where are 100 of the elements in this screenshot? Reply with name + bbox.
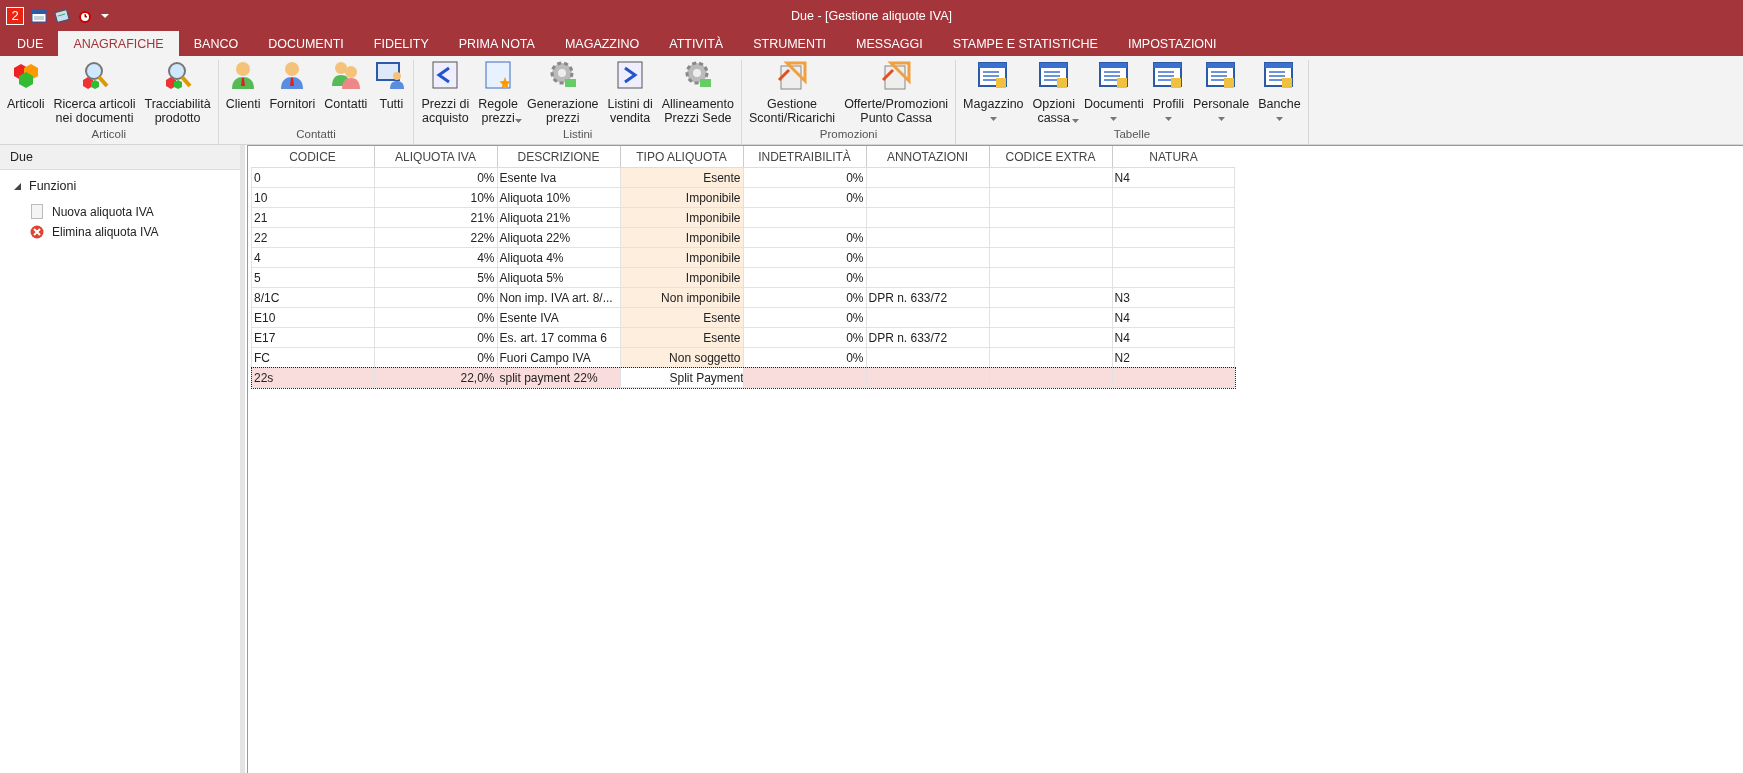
ribbon-button[interactable]: Generazione prezzi — [522, 60, 603, 128]
table-cell: FC — [251, 347, 374, 368]
window-title: Due - [Gestione aliquote IVA] — [791, 8, 952, 23]
menu-tab[interactable]: STRUMENTI — [738, 31, 842, 56]
table-cell: 10% — [374, 187, 497, 208]
sidebar-header: Due — [0, 145, 240, 170]
table-cell: Aliquota 10% — [497, 187, 620, 208]
delete-icon — [30, 225, 44, 239]
table-cell: Aliquota 21% — [497, 207, 620, 228]
set-square-icon — [881, 60, 912, 90]
ribbon-button[interactable]: Contatti — [320, 60, 372, 128]
table-window-icon — [1098, 60, 1129, 90]
table-cell: Aliquota 4% — [497, 247, 620, 268]
column-header[interactable]: ALIQUOTA IVA — [374, 146, 497, 168]
blank-page-icon — [30, 204, 44, 219]
ribbon-button[interactable]: Tracciabilità prodotto — [140, 60, 215, 128]
ribbon-group-label: Contatti — [295, 128, 337, 142]
column-header[interactable]: CODICE EXTRA — [989, 146, 1112, 168]
table-cell: DPR n. 633/72 — [866, 327, 989, 348]
table-cell: Esente IVA — [497, 307, 620, 328]
menu-tab[interactable]: IMPOSTAZIONI — [1112, 31, 1232, 56]
ribbon-button[interactable]: Profili — [1148, 60, 1188, 128]
table-cell: Es. art. 17 comma 6 — [497, 327, 620, 348]
table-cell: 4% — [374, 247, 497, 268]
table-cell: split payment 22% — [497, 367, 620, 388]
ribbon-button[interactable]: Clienti — [221, 60, 265, 128]
table-cell: 22s — [251, 367, 374, 388]
table-cell: 0% — [743, 167, 866, 188]
table-cell: N4 — [1112, 307, 1235, 328]
table-window-icon — [1264, 60, 1295, 90]
ribbon-button[interactable]: Regole prezzi — [474, 60, 522, 128]
menu-tab[interactable]: FIDELITY — [358, 31, 444, 56]
table-cell: 0% — [743, 247, 866, 268]
table-cell: Esente Iva — [497, 167, 620, 188]
menu-tab[interactable]: MESSAGGI — [841, 31, 938, 56]
calendar-icon[interactable] — [31, 7, 47, 24]
ribbon-button[interactable]: Opzioni cassa — [1028, 60, 1079, 128]
menu-tab[interactable]: PRIMA NOTA — [443, 31, 550, 56]
ribbon-button[interactable]: Gestione Sconti/Ricarichi — [745, 60, 840, 128]
ribbon-button[interactable]: Allineamento Prezzi Sede — [657, 60, 738, 128]
ribbon-button[interactable]: Fornitori — [265, 60, 320, 128]
ribbon-button[interactable]: Articoli — [3, 60, 49, 128]
ribbon-button[interactable]: Prezzi di acquisto — [417, 60, 474, 128]
menu-tab[interactable]: ANAGRAFICHE — [58, 31, 179, 56]
table-cell: 5% — [374, 267, 497, 288]
ribbon-button[interactable]: Banche — [1254, 60, 1305, 128]
menu-tab[interactable]: ATTIVITÀ — [654, 31, 739, 56]
menu-tab[interactable]: DUE — [2, 31, 59, 56]
table-cell: Aliquota 5% — [497, 267, 620, 288]
ribbon-button[interactable]: Tutti — [372, 60, 411, 128]
column-header[interactable]: DESCRIZIONE — [497, 146, 620, 168]
table-window-icon — [978, 60, 1009, 90]
ribbon-group-label: Promozioni — [818, 128, 879, 142]
table-window-icon — [1153, 60, 1184, 90]
table-cell: N4 — [1112, 167, 1235, 188]
tree-node-label[interactable]: Funzioni — [29, 179, 77, 193]
ribbon-button[interactable]: Offerte/Promozioni Punto Cassa — [840, 60, 953, 128]
menu-tab[interactable]: MAGAZZINO — [549, 31, 655, 56]
ribbon-button[interactable]: Ricerca articoli nei documenti — [49, 60, 140, 128]
column-header[interactable]: TIPO ALIQUOTA — [620, 146, 743, 168]
menu-tab[interactable]: STAMPE E STATISTICHE — [937, 31, 1113, 56]
column-header[interactable]: ANNOTAZIONI — [866, 146, 989, 168]
expand-triangle-icon[interactable] — [14, 182, 21, 190]
table-cell: E17 — [251, 327, 374, 348]
column-header[interactable]: NATURA — [1112, 146, 1235, 168]
table-cell: 0% — [743, 227, 866, 248]
table-cell: Fuori Campo IVA — [497, 347, 620, 368]
menu-tab[interactable]: DOCUMENTI — [253, 31, 359, 56]
table-cell: 0 — [251, 167, 374, 188]
menu-tab[interactable]: BANCO — [178, 31, 254, 56]
ribbon-button[interactable]: Magazzino — [959, 60, 1028, 128]
people-icon — [330, 60, 361, 90]
tree-item[interactable]: Elimina aliquota IVA — [52, 225, 159, 239]
table-cell: 0% — [374, 307, 497, 328]
table-cell: 8/1C — [251, 287, 374, 308]
table-cell: 0% — [374, 327, 497, 348]
table-cell: 0% — [743, 307, 866, 328]
tree-item[interactable]: Nuova aliquota IVA — [52, 204, 154, 219]
ribbon-group-label: Articoli — [90, 128, 128, 142]
table-cell: 4 — [251, 247, 374, 268]
ribbon-group-label: Tabelle — [1112, 128, 1152, 142]
table-cell: 0% — [374, 287, 497, 308]
monitor-person-icon — [376, 60, 407, 90]
table-cell: Aliquota 22% — [497, 227, 620, 248]
table-cell: 0% — [743, 287, 866, 308]
column-header[interactable]: INDETRAIBILITÀ — [743, 146, 866, 168]
ribbon-button[interactable]: Personale — [1188, 60, 1254, 128]
notepad-icon[interactable] — [54, 7, 70, 24]
column-header[interactable]: CODICE — [251, 146, 374, 168]
table-cell: 22 — [251, 227, 374, 248]
app-logo[interactable]: 2 — [6, 6, 24, 25]
set-square-icon — [777, 60, 808, 90]
table-window-icon — [1206, 60, 1237, 90]
ribbon-button[interactable]: Listini di vendita — [603, 60, 657, 128]
table-cell: N3 — [1112, 287, 1235, 308]
table-cell: 0% — [374, 167, 497, 188]
ribbon-button[interactable]: Documenti — [1079, 60, 1148, 128]
table-cell: 0% — [743, 347, 866, 368]
table-cell: 22% — [374, 227, 497, 248]
ribbon-group-label: Listini — [562, 128, 594, 142]
